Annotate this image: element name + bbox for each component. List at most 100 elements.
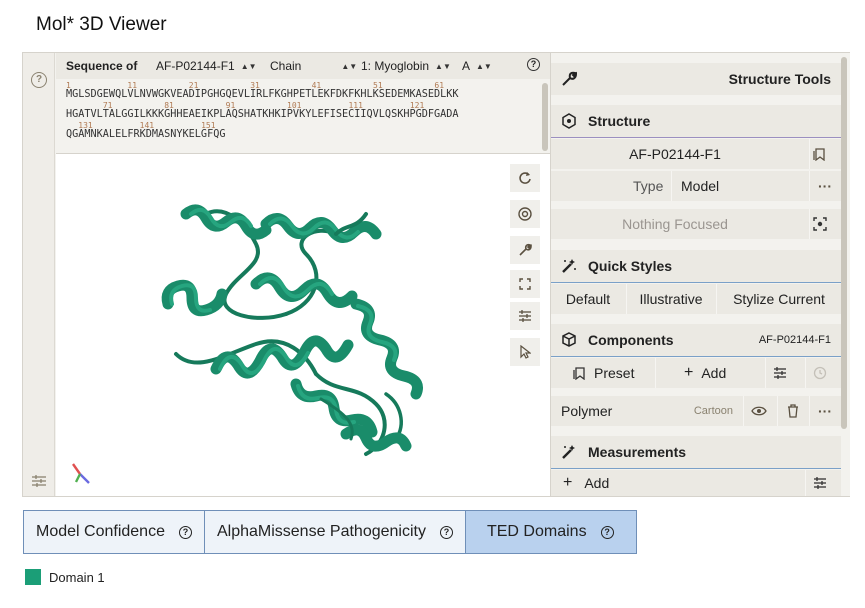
components-entry: AF-P02144-F1 [758,334,831,346]
3d-canvas[interactable] [56,154,550,496]
residue-number: 81 [164,101,174,110]
sliders-icon[interactable] [31,473,47,489]
coloring-tabs: Model Confidence? AlphaMissense Pathogen… [23,510,637,554]
tab-alphamissense[interactable]: AlphaMissense Pathogenicity? [204,511,466,553]
help-circle-icon[interactable]: ? [31,72,47,88]
structure-tools-header: Structure Tools [551,63,841,95]
residue-number: 151 [201,121,216,130]
component-options-icon[interactable] [773,358,787,388]
residue-number: 141 [139,121,155,130]
sequence-scrollbar[interactable] [542,83,548,151]
residue-number: 131 [78,121,93,130]
residue-number: 91 [225,101,236,110]
mode-select[interactable]: Chain ▲▼ [270,59,357,73]
structure-entry-label[interactable]: AF-P02144-F1 [551,139,799,169]
selection-mode-icon[interactable] [510,338,540,366]
add-component-button[interactable]: + Add [684,358,726,388]
screenshot-icon[interactable] [510,200,540,228]
entity-select[interactable]: 1: Myoglobin ▲▼ [361,59,451,73]
page-title: Mol* 3D Viewer [36,14,167,35]
help-circle-icon[interactable]: ? [178,525,192,539]
more-options-icon[interactable]: ··· [818,171,832,201]
structure-type-row[interactable]: Type Model ··· [551,171,841,201]
polymer-representation[interactable]: Cartoon [691,396,733,426]
more-options-icon[interactable]: ··· [818,396,832,426]
magic-wand-icon [561,258,577,274]
style-illustrative-button[interactable]: Illustrative [627,284,715,314]
measurements-title: Measurements [588,444,687,460]
sequence-numbers-row: 131 141 151 [66,121,546,130]
style-default-button[interactable]: Default [551,284,625,314]
residue-number: 11 [127,81,138,90]
chain-select[interactable]: A ▲▼ [462,59,492,73]
structure-tools-title: Structure Tools [728,71,831,87]
structure-title: Structure [588,113,651,129]
domain-legend: Domain 1 [25,569,105,585]
residue-number: 71 [102,101,113,110]
sequence-panel: Sequence of AF-P02144-F1 ▲▼ Chain ▲▼ 1: My… [56,53,550,154]
fullscreen-icon[interactable] [510,270,540,298]
help-circle-icon[interactable]: ? [600,525,614,539]
left-toolbar: ? [23,53,55,496]
residue-number: 101 [287,101,302,110]
quick-styles-title: Quick Styles [588,258,673,274]
bookmark-icon[interactable] [813,139,827,169]
components-header[interactable]: Components AF-P02144-F1 [551,324,841,356]
residue-number: 1 [66,81,71,90]
structure-entry-row[interactable]: AF-P02144-F1 [551,139,841,169]
tools-icon[interactable] [510,236,540,264]
protein-cartoon[interactable] [56,154,550,496]
entry-select[interactable]: AF-P02144-F1 ▲▼ [156,59,257,73]
residue-number: 41 [311,81,322,90]
measurements-header[interactable]: Measurements [551,436,841,468]
reset-camera-icon[interactable] [510,164,540,192]
type-value[interactable]: Model [681,171,719,201]
sequence-help-icon[interactable]: ? [527,58,540,71]
add-measurement-button[interactable]: + Add [563,470,609,496]
trash-icon[interactable] [787,396,799,426]
residue-number: 121 [409,101,425,110]
components-title: Components [588,332,674,348]
polymer-row[interactable]: Polymer Cartoon ··· [551,396,841,426]
preset-button[interactable]: Preset [573,358,634,388]
section-separator [551,356,841,357]
sequence-text[interactable]: 1 11 21 31 41 51 61 MGLSDGEWQLVLNVWGKVEADIPGHG… [66,81,546,141]
magic-wand-icon [561,444,577,460]
help-circle-icon[interactable]: ? [439,525,453,539]
settings-icon[interactable] [510,302,540,330]
structure-section-header[interactable]: Structure [551,105,841,137]
residue-number: 31 [250,81,260,90]
bookmark-icon [573,367,585,380]
molstar-viewer: ? Sequence of AF-P02144-F1 ▲▼ Chain ▲▼ 1: … [22,52,850,497]
type-label: Type [633,178,664,194]
cube-icon [561,332,577,348]
tab-ted-domains[interactable]: TED Domains? [465,511,636,553]
measurement-options-icon[interactable] [813,470,827,496]
style-stylize-current-button[interactable]: Stylize Current [717,284,841,314]
eye-icon[interactable] [751,396,767,426]
sequence-numbers-row: 71 81 91 101 111 121 [66,101,546,110]
residue-number: 51 [373,81,383,90]
quick-styles-row: Default Illustrative Stylize Current [551,284,841,314]
focus-row[interactable]: Nothing Focused [551,209,841,239]
sequence-label: Sequence of [66,59,138,73]
section-separator [551,137,841,138]
domain-legend-label: Domain 1 [49,569,105,585]
measurements-actions-row: + Add [551,470,841,496]
wrench-icon [561,71,578,87]
quick-styles-header[interactable]: Quick Styles [551,250,841,282]
residue-number: 61 [434,81,445,90]
structure-tools-panel: Structure Tools Structure AF-P02144-F1 T… [550,53,850,496]
focus-label: Nothing Focused [622,216,728,232]
focus-target-icon[interactable] [813,209,827,239]
panel-scrollbar[interactable] [841,57,847,429]
history-icon[interactable] [813,358,827,388]
plus-icon: + [684,364,694,381]
tab-model-confidence[interactable]: Model Confidence? [24,511,205,553]
polymer-label[interactable]: Polymer [561,396,612,426]
domain-swatch [25,569,41,585]
sequence-line[interactable]: MGLSDGEWQLVLNVWGKVEADIPGHGQEVLIRLFKGHPET… [66,89,546,101]
sequence-line[interactable]: QGAMNKALELFRKDMASNYKELGFQG [66,129,546,141]
sequence-line[interactable]: HGATVLTALGGILKKKGHHEAEIKPLAQSHATKHKIPVKY… [66,109,546,121]
residue-number: 21 [188,81,199,90]
